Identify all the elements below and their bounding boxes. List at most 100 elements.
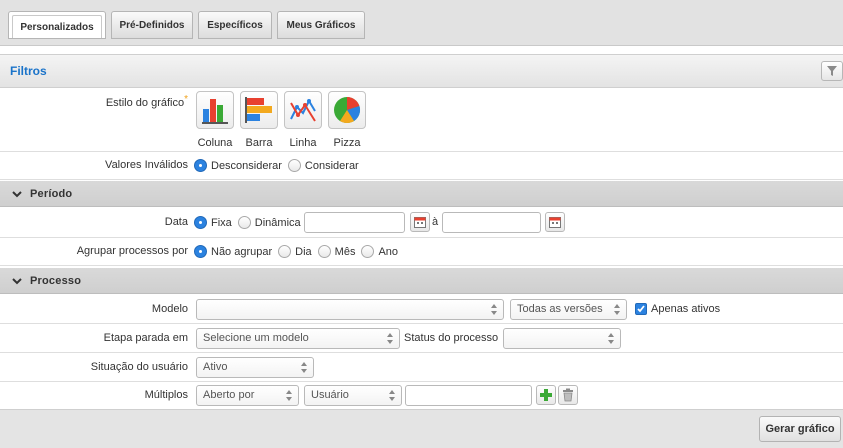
radio-mes[interactable]: [317, 245, 331, 258]
radio-considerar[interactable]: [287, 159, 301, 172]
select-value: Todas as versões: [517, 303, 603, 315]
radio-dinamica[interactable]: [237, 216, 251, 229]
select-arrows-icon: [301, 362, 307, 373]
chevron-down-icon: [12, 278, 22, 285]
period-section-header[interactable]: Período: [0, 181, 843, 207]
radio-fixa[interactable]: [194, 216, 207, 229]
user-situation-row: Situação do usuário Ativo: [0, 353, 843, 382]
select-arrows-icon: [286, 390, 292, 401]
multiples-entity-select[interactable]: Usuário: [304, 385, 402, 406]
date-from-input[interactable]: [304, 212, 405, 233]
model-select[interactable]: [196, 299, 504, 320]
multiples-text-input[interactable]: [405, 385, 532, 406]
process-status-select[interactable]: [503, 328, 621, 349]
select-arrows-icon: [389, 390, 395, 401]
select-arrows-icon: [387, 333, 393, 344]
chart-style-label-text: Estilo do gráfico: [105, 97, 185, 109]
radio-desconsiderar[interactable]: [194, 159, 207, 172]
tab-label: Pré-Definidos: [119, 19, 185, 31]
filters-header: Filtros: [0, 54, 843, 88]
generate-chart-button[interactable]: Gerar gráfico: [759, 416, 841, 442]
radio-label: Fixa: [211, 216, 232, 229]
select-arrows-icon: [608, 333, 614, 344]
radio-label: Ano: [378, 245, 399, 258]
date-row: Data Fixa Dinâmica à: [0, 208, 843, 238]
line-chart-icon: [290, 98, 316, 122]
period-section-title: Período: [30, 188, 73, 200]
date-type-radio-group: Fixa Dinâmica: [194, 216, 307, 229]
stopped-stage-select[interactable]: Selecione um modelo: [196, 328, 400, 349]
bar-chart-icon: [245, 97, 272, 123]
select-value: Ativo: [203, 361, 228, 373]
select-value: Aberto por: [203, 389, 255, 401]
tab-meus-graficos[interactable]: Meus Gráficos: [277, 11, 365, 39]
model-label: Modelo: [151, 303, 188, 315]
funnel-icon: [827, 66, 837, 76]
group-by-radio-group: Não agrupar Dia Mês Ano: [194, 245, 404, 258]
tab-pre-definidos[interactable]: Pré-Definidos: [111, 11, 193, 39]
group-by-row: Agrupar processos por Não agrupar Dia Mê…: [0, 238, 843, 266]
select-arrows-icon: [491, 304, 497, 315]
stopped-stage-label: Etapa parada em: [103, 332, 188, 344]
date-from-calendar-button[interactable]: [410, 212, 430, 232]
line-chart-button[interactable]: [284, 91, 322, 129]
invalid-values-label: Valores Inválidos: [105, 159, 188, 171]
radio-nao-agrupar[interactable]: [194, 245, 207, 258]
pie-chart-button[interactable]: [328, 91, 366, 129]
user-situation-select[interactable]: Ativo: [196, 357, 314, 378]
only-active-label: Apenas ativos: [651, 303, 721, 315]
tab-label: Personalizados: [20, 21, 94, 33]
radio-dia[interactable]: [278, 245, 292, 258]
chart-style-label: Estilo do gráfico*: [105, 94, 188, 109]
only-active-checkbox[interactable]: [635, 303, 647, 315]
delete-multiple-button[interactable]: [558, 385, 578, 405]
select-value: Usuário: [311, 389, 349, 401]
calendar-icon: [414, 217, 426, 228]
tab-bar: Personalizados Pré-Definidos Específicos…: [0, 0, 843, 46]
add-multiple-button[interactable]: [536, 385, 556, 405]
model-row: Modelo Todas as versões Apenas ativos: [0, 295, 843, 324]
process-section-title: Processo: [30, 275, 82, 287]
trash-icon: [563, 388, 573, 402]
date-to-calendar-button[interactable]: [545, 212, 565, 232]
select-value: Selecione um modelo: [203, 332, 309, 344]
date-label: Data: [164, 216, 188, 228]
radio-label: Mês: [334, 245, 356, 258]
column-chart-button[interactable]: [196, 91, 234, 129]
tab-label: Específicos: [207, 19, 263, 31]
bar-chart-button[interactable]: [240, 91, 278, 129]
line-chart-label: Linha: [289, 137, 317, 149]
multiples-row: Múltiplos Aberto por Usuário: [0, 382, 843, 409]
radio-label: Dia: [295, 245, 312, 258]
filter-toggle-button[interactable]: [821, 61, 843, 81]
multiples-field-select[interactable]: Aberto por: [196, 385, 299, 406]
form-footer: Gerar gráfico: [0, 409, 843, 448]
invalid-values-row: Valores Inválidos Desconsiderar Consider…: [0, 152, 843, 180]
process-status-label: Status do processo: [404, 332, 499, 344]
plus-icon: [540, 389, 552, 401]
check-icon: [637, 305, 645, 313]
multiples-label: Múltiplos: [144, 389, 188, 401]
versions-select[interactable]: Todas as versões: [510, 299, 627, 320]
radio-label: Considerar: [304, 159, 359, 172]
chevron-down-icon: [12, 191, 22, 198]
date-range-separator: à: [432, 216, 439, 228]
invalid-values-radio-group: Desconsiderar Considerar: [194, 159, 365, 172]
date-to-input[interactable]: [442, 212, 541, 233]
tab-active-frame: Personalizados: [12, 15, 102, 38]
radio-label: Não agrupar: [211, 245, 273, 258]
tab-especificos[interactable]: Específicos: [198, 11, 272, 39]
column-chart-label: Coluna: [197, 137, 233, 149]
process-section-header[interactable]: Processo: [0, 268, 843, 294]
radio-ano[interactable]: [361, 245, 375, 258]
column-chart-icon: [202, 99, 228, 124]
pie-chart-label: Pizza: [333, 137, 361, 149]
bar-chart-label: Barra: [245, 137, 273, 149]
select-arrows-icon: [614, 304, 620, 315]
tab-personalizados[interactable]: Personalizados: [8, 11, 106, 39]
radio-label: Desconsiderar: [211, 159, 282, 172]
tab-label: Meus Gráficos: [286, 19, 356, 31]
group-by-label: Agrupar processos por: [76, 245, 188, 257]
radio-label: Dinâmica: [254, 216, 301, 229]
required-mark: *: [184, 94, 188, 105]
